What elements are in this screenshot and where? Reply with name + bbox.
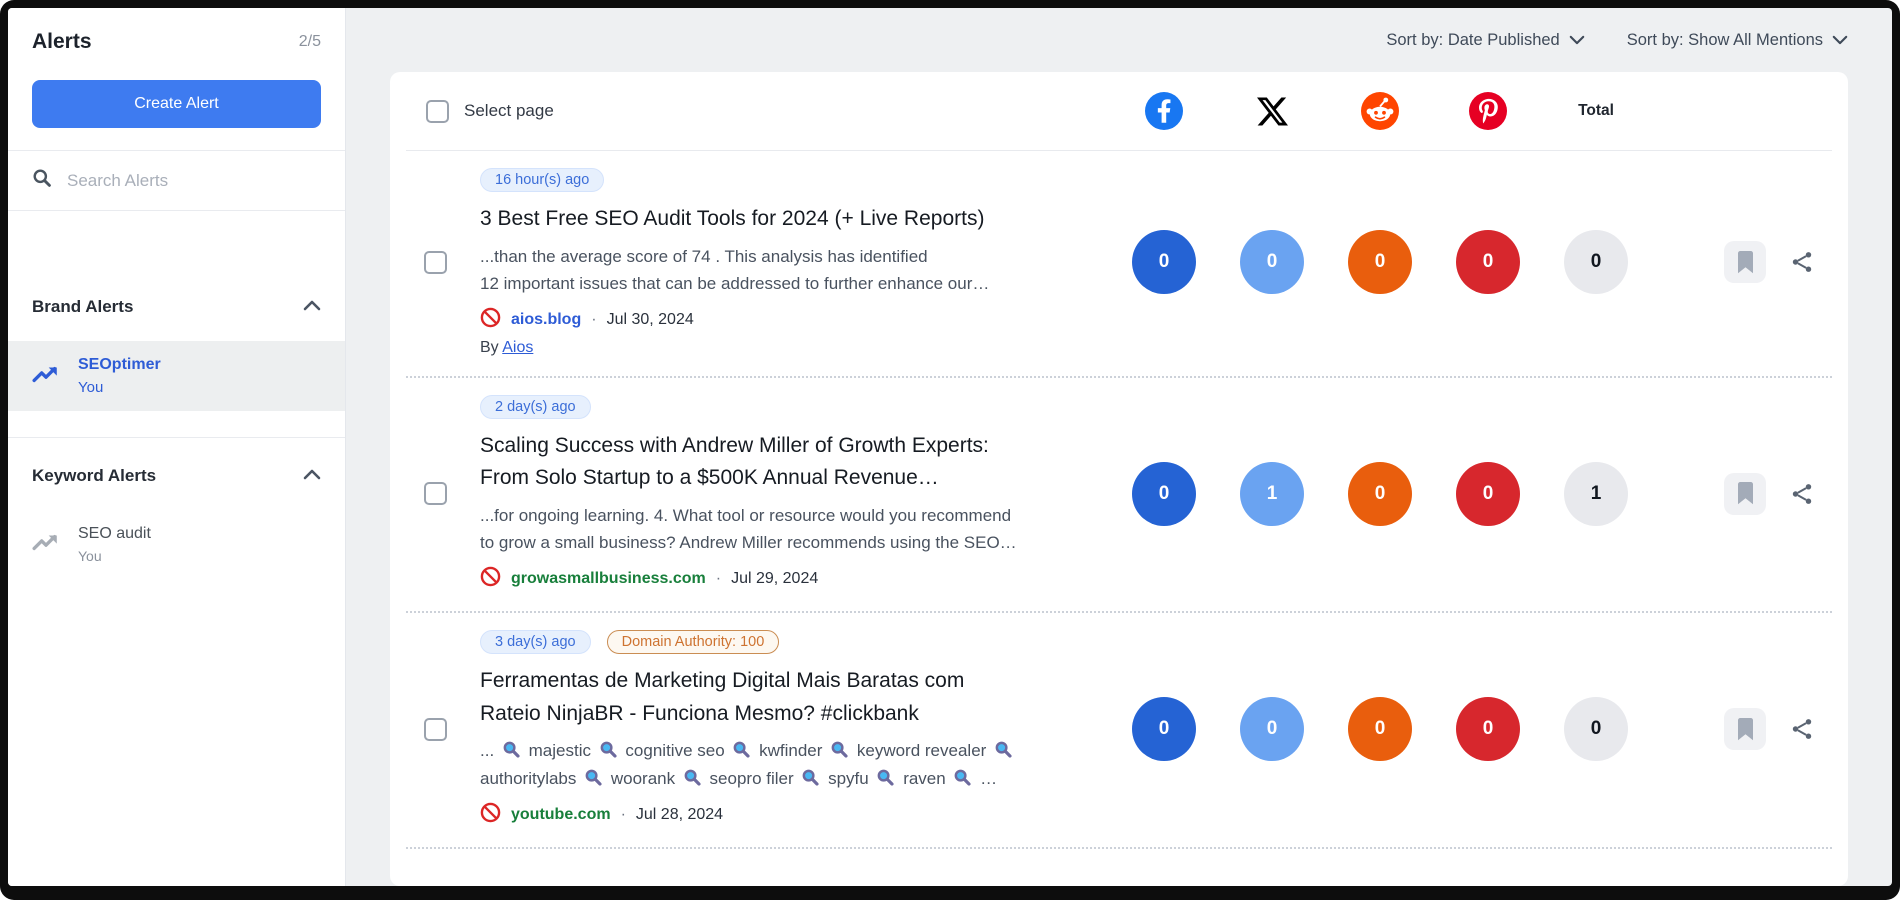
- mention-excerpt: ...than the average score of 74 . This a…: [480, 243, 1110, 297]
- share-icon[interactable]: [1790, 250, 1814, 274]
- reddit-count: 0: [1348, 462, 1412, 526]
- main-panel: Sort by: Date Published Sort by: Show Al…: [346, 8, 1892, 886]
- pinterest-count: 0: [1456, 462, 1520, 526]
- age-badge: 2 day(s) ago: [480, 395, 591, 419]
- byline: By Aios: [480, 339, 1110, 357]
- domain-authority-badge: Domain Authority: 100: [607, 630, 780, 654]
- sort-by-date-label: Sort by: Date Published: [1386, 31, 1559, 50]
- share-icon[interactable]: [1790, 482, 1814, 506]
- app-window: Alerts 2/5 Create Alert Brand Alerts SEO…: [8, 8, 1892, 886]
- pinterest-count: 0: [1456, 230, 1520, 294]
- alert-owner: You: [78, 379, 161, 396]
- row-checkbox[interactable]: [424, 251, 447, 274]
- sort-by-mentions-label: Sort by: Show All Mentions: [1627, 31, 1823, 50]
- publish-date: Jul 29, 2024: [731, 570, 818, 588]
- trend-up-icon: [32, 531, 60, 558]
- row-checkbox[interactable]: [424, 718, 447, 741]
- bookmark-button[interactable]: [1724, 708, 1766, 750]
- source-domain-link[interactable]: youtube.com: [511, 806, 611, 824]
- mention-excerpt: ... majestic cognitive seo kwfinder keyw…: [480, 737, 1110, 791]
- byline-prefix: By: [480, 339, 499, 356]
- author-link[interactable]: Aios: [502, 339, 533, 356]
- facebook-icon: [1110, 92, 1218, 130]
- x-count: 0: [1240, 697, 1304, 761]
- facebook-count: 0: [1132, 230, 1196, 294]
- total-count: 0: [1564, 697, 1628, 761]
- mention-content: 2 day(s) ago Scaling Success with Andrew…: [480, 395, 1110, 592]
- mention-title[interactable]: Scaling Success with Andrew Miller of Gr…: [480, 430, 1110, 495]
- meta-separator: ·: [621, 806, 626, 824]
- reddit-count: 0: [1348, 697, 1412, 761]
- meta-separator: ·: [591, 311, 596, 329]
- reddit-icon: [1326, 92, 1434, 130]
- age-badge: 3 day(s) ago: [480, 630, 591, 654]
- blocked-icon[interactable]: [480, 802, 501, 828]
- brand-alerts-label: Brand Alerts: [32, 297, 133, 317]
- pinterest-count: 0: [1456, 697, 1520, 761]
- bookmark-button[interactable]: [1724, 241, 1766, 283]
- mentions-table-header: Select page: [390, 72, 1848, 150]
- select-page-checkbox[interactable]: [426, 100, 449, 123]
- share-icon[interactable]: [1790, 717, 1814, 741]
- reddit-count: 0: [1348, 230, 1412, 294]
- row-checkbox[interactable]: [424, 482, 447, 505]
- search-icon: [32, 168, 52, 193]
- facebook-count: 0: [1132, 697, 1196, 761]
- publish-date: Jul 30, 2024: [607, 311, 694, 329]
- mention-title[interactable]: 3 Best Free SEO Audit Tools for 2024 (+ …: [480, 203, 1110, 236]
- sidebar-item-seo-audit[interactable]: SEO audit You: [8, 510, 345, 579]
- publish-date: Jul 28, 2024: [636, 806, 723, 824]
- bookmark-button[interactable]: [1724, 473, 1766, 515]
- total-column-header: Total: [1542, 102, 1650, 120]
- blocked-icon[interactable]: [480, 566, 501, 592]
- pinterest-icon: [1434, 92, 1542, 130]
- x-icon: [1218, 96, 1326, 127]
- alerts-sidebar: Alerts 2/5 Create Alert Brand Alerts SEO…: [8, 8, 346, 886]
- sidebar-item-seoptimer[interactable]: SEOptimer You: [8, 341, 345, 411]
- mention-content: 3 day(s) ago Domain Authority: 100 Ferra…: [480, 630, 1110, 827]
- chevron-down-icon: [1832, 31, 1848, 50]
- mention-row: 2 day(s) ago Scaling Success with Andrew…: [390, 378, 1848, 611]
- sort-by-date-dropdown[interactable]: Sort by: Date Published: [1386, 31, 1584, 50]
- keyword-alerts-label: Keyword Alerts: [32, 466, 156, 486]
- row-divider: [406, 847, 1832, 849]
- source-domain-link[interactable]: aios.blog: [511, 311, 581, 329]
- mention-title[interactable]: Ferramentas de Marketing Digital Mais Ba…: [480, 665, 1110, 730]
- blocked-icon[interactable]: [480, 307, 501, 333]
- mentions-card: Select page: [390, 72, 1848, 886]
- select-page-label: Select page: [464, 101, 554, 121]
- alert-owner: You: [78, 548, 151, 564]
- screenshot-frame: Alerts 2/5 Create Alert Brand Alerts SEO…: [0, 0, 1900, 900]
- source-domain-link[interactable]: growasmallbusiness.com: [511, 570, 706, 588]
- mention-excerpt: ...for ongoing learning. 4. What tool or…: [480, 502, 1110, 556]
- topbar: Sort by: Date Published Sort by: Show Al…: [390, 8, 1848, 72]
- sort-by-mentions-dropdown[interactable]: Sort by: Show All Mentions: [1627, 31, 1848, 50]
- mention-content: 16 hour(s) ago 3 Best Free SEO Audit Too…: [480, 168, 1110, 357]
- alerts-quota: 2/5: [299, 33, 321, 51]
- chevron-up-icon[interactable]: [303, 298, 321, 316]
- total-count: 0: [1564, 230, 1628, 294]
- brand-alerts-section-header[interactable]: Brand Alerts: [8, 297, 345, 317]
- keyword-alerts-section-header[interactable]: Keyword Alerts: [8, 466, 345, 486]
- x-count: 0: [1240, 230, 1304, 294]
- search-alerts-field[interactable]: [8, 150, 345, 211]
- meta-separator: ·: [716, 570, 721, 588]
- section-divider: [8, 437, 345, 438]
- mention-row: 16 hour(s) ago 3 Best Free SEO Audit Too…: [390, 151, 1848, 376]
- alert-name: SEO audit: [78, 525, 151, 543]
- chevron-down-icon: [1569, 31, 1585, 50]
- facebook-count: 0: [1132, 462, 1196, 526]
- chevron-up-icon[interactable]: [303, 467, 321, 485]
- total-count: 1: [1564, 462, 1628, 526]
- x-count: 1: [1240, 462, 1304, 526]
- trend-up-icon: [32, 363, 60, 390]
- search-alerts-input[interactable]: [67, 171, 321, 191]
- create-alert-button[interactable]: Create Alert: [32, 80, 321, 128]
- mention-row: 3 day(s) ago Domain Authority: 100 Ferra…: [390, 613, 1848, 846]
- alert-name: SEOptimer: [78, 356, 161, 374]
- sidebar-title: Alerts: [32, 30, 92, 54]
- age-badge: 16 hour(s) ago: [480, 168, 604, 192]
